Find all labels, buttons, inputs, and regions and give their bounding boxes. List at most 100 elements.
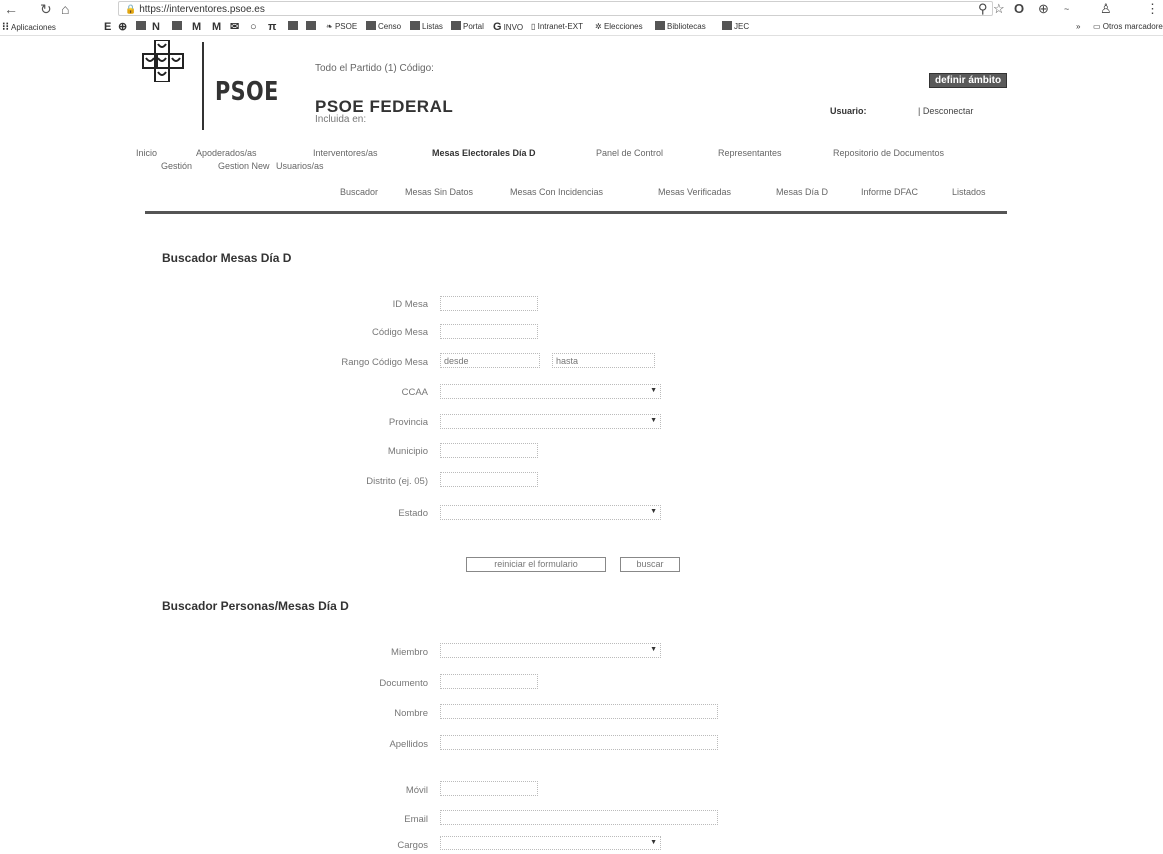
codigo-mesa-input[interactable] [440,324,538,339]
bookmark-apps[interactable]: ⁝⁝ Aplicaciones [2,21,56,34]
id-mesa-input[interactable] [440,296,538,311]
scope-line: Todo el Partido (1) Código: [315,63,434,74]
bookmark-otros[interactable]: ▭ Otros marcadores [1093,21,1163,33]
address-bar[interactable]: 🔒 https://interventores.psoe.es [118,1,993,16]
provincia-select[interactable]: ▼ [440,414,661,429]
bookmark-sq2[interactable] [172,21,184,33]
bookmark-gmail[interactable]: M [212,21,223,34]
municipio-label: Municipio [387,446,428,457]
bookmark-psoe[interactable]: ❧ PSOE [326,21,357,33]
bookmark-portal[interactable]: Portal [451,21,484,33]
movil-input[interactable] [440,781,538,796]
bookmark-sq4[interactable] [306,21,318,33]
nombre-input[interactable] [440,704,718,719]
globe-bookmark-icon: ⊕ [118,21,128,33]
submenu-mesas-verificadas[interactable]: Mesas Verificadas [658,187,731,197]
menu-mesas-electorales[interactable]: Mesas Electorales Día D [432,148,536,158]
m-icon: M [192,21,202,33]
id-mesa-label: ID Mesa [392,299,428,310]
menu-gestion-new[interactable]: Gestion New [218,161,270,171]
documento-input[interactable] [440,674,538,689]
distrito-input[interactable] [440,472,538,487]
menu-gestion[interactable]: Gestión [161,161,192,171]
circle-icon: ○ [250,21,257,33]
menu-interventores[interactable]: Interventores/as [313,148,378,158]
e-icon: E [104,21,112,33]
menu-repositorio[interactable]: Repositorio de Documentos [833,148,944,158]
submenu-mesas-con-incidencias[interactable]: Mesas Con Incidencias [510,187,603,197]
email-input[interactable] [440,810,718,825]
municipio-input[interactable] [440,443,538,458]
g-icon: G [493,21,502,33]
opera-icon[interactable]: O [1014,1,1024,17]
menu-usuarios[interactable]: Usuarios/as [276,161,324,171]
bookmark-sq1[interactable] [136,21,148,33]
apellidos-input[interactable] [440,735,718,750]
extension-dash-icon[interactable]: ~ [1064,1,1069,17]
bookmark-m[interactable]: M [192,21,203,34]
back-icon[interactable]: ← [4,1,18,17]
menu-panel-control[interactable]: Panel de Control [596,148,663,158]
miembro-label: Miembro [391,647,428,658]
rango-desde-input[interactable] [440,353,540,368]
extension-icon[interactable]: ⚲ [978,1,988,17]
home-icon[interactable]: ⌂ [61,1,69,17]
url-text: https://interventores.psoe.es [139,4,265,15]
bookmark-e[interactable]: E [104,21,113,34]
submenu-buscador[interactable]: Buscador [340,187,378,197]
submenu-informe-dfac[interactable]: Informe DFAC [861,187,918,197]
miembro-select[interactable]: ▼ [440,643,661,658]
provincia-label: Provincia [388,417,428,428]
bookmark-globe[interactable]: ⊕ [118,21,129,34]
estado-label: Estado [398,508,428,519]
bookmark-mail[interactable]: ✉ [230,21,241,34]
logout-link[interactable]: | Desconectar [918,106,973,116]
dropdown-arrow-icon: ▼ [650,417,657,424]
menu-representantes[interactable]: Representantes [718,148,782,158]
folder-icon [451,21,461,30]
menu-inicio[interactable]: Inicio [136,148,157,158]
cargos-select[interactable]: ▼ [440,836,661,850]
more-bookmarks-icon[interactable]: » [1076,21,1080,33]
site-icon [288,21,298,30]
jec-icon [722,21,732,30]
submenu-mesas-dia-d[interactable]: Mesas Día D [776,187,828,197]
people-search-title: Buscador Personas/Mesas Día D [162,599,349,613]
logo-text: PSOE [215,77,279,107]
apps-icon: ⁝⁝ [2,21,9,33]
menu-icon[interactable]: ⋮ [1146,1,1159,17]
bookmark-elecciones[interactable]: ✲ Elecciones [595,21,643,33]
reset-form-button[interactable]: reiniciar el formulario [466,557,606,572]
menu-apoderados[interactable]: Apoderados/as [196,148,257,158]
bookmark-invo[interactable]: G INVO [493,21,523,34]
bookmark-r[interactable]: π [268,21,278,34]
reload-icon[interactable]: ↻ [40,1,52,17]
bookmark-censo[interactable]: Censo [366,21,401,33]
estado-select[interactable]: ▼ [440,505,661,520]
submenu-mesas-sin-datos[interactable]: Mesas Sin Datos [405,187,473,197]
search-tables-button[interactable]: buscar [620,557,680,572]
ccaa-label: CCAA [401,387,428,398]
ccaa-select[interactable]: ▼ [440,384,661,399]
submenu-listados[interactable]: Listados [952,187,986,197]
rango-hasta-input[interactable] [552,353,655,368]
bookmark-listas[interactable]: Listas [410,21,443,33]
bookmark-sq3[interactable] [288,21,300,33]
codigo-mesa-label: Código Mesa [372,327,428,338]
bookmark-intranet[interactable]: ▯ Intranet-EXT [531,21,583,33]
bookmark-bibliotecas[interactable]: Bibliotecas [655,21,706,33]
nombre-label: Nombre [394,708,428,719]
globe-icon[interactable]: ⊕ [1038,1,1049,17]
person-icon[interactable]: ♙ [1100,1,1112,17]
bookmark-jec[interactable]: JEC [722,21,749,33]
psoe-rose-logo-icon[interactable] [141,40,187,82]
star-icon[interactable]: ☆ [993,1,1005,17]
documento-label: Documento [379,678,428,689]
define-scope-button[interactable]: definir ámbito [929,73,1008,88]
gear-icon: ✲ [595,22,604,31]
folder-icon [655,21,665,30]
bookmark-circle[interactable]: ○ [250,21,259,34]
bookmark-n[interactable]: N [152,21,162,34]
bookmarks-bar: ⁝⁝ Aplicaciones E ⊕ N M M ✉ ○ π ❧ PSOE Ce… [0,19,1163,36]
rango-codigo-label: Rango Código Mesa [341,357,428,368]
